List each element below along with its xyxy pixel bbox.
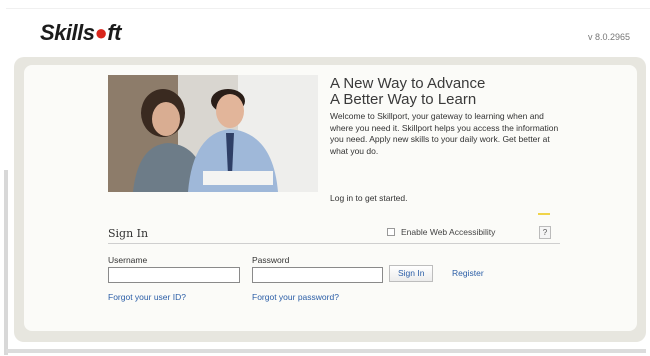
- top-divider: [6, 8, 650, 9]
- bottom-shadow: [6, 349, 646, 353]
- signin-divider: [108, 243, 560, 244]
- promo-headline: A New Way to Advance A Better Way to Lea…: [330, 75, 486, 108]
- version-label: v 8.0.2965: [587, 32, 630, 42]
- username-input[interactable]: [108, 267, 240, 283]
- help-icon[interactable]: ?: [539, 226, 551, 239]
- promo-cta: Log in to get started.: [330, 193, 408, 203]
- signin-button[interactable]: Sign In: [389, 265, 434, 282]
- left-shadow: [4, 170, 8, 355]
- skillsoft-logo: Skills●ft: [40, 20, 121, 45]
- accent-mark: [538, 213, 550, 215]
- accessibility-label: Enable Web Accessibility: [401, 227, 496, 237]
- forgot-username-link[interactable]: Forgot your user ID?: [108, 292, 186, 302]
- username-label: Username: [108, 255, 148, 265]
- accessibility-option[interactable]: Enable Web Accessibility: [387, 227, 495, 237]
- password-label: Password: [252, 255, 290, 265]
- signin-title: Sign In: [108, 227, 149, 240]
- accessibility-checkbox[interactable]: [387, 228, 395, 236]
- forgot-password-link[interactable]: Forgot your password?: [252, 292, 339, 302]
- promo-description: Welcome to Skillport, your gateway to le…: [330, 111, 559, 156]
- promo-photo: [108, 75, 318, 192]
- register-link[interactable]: Register: [452, 268, 484, 278]
- logo-dot-icon: ●: [94, 20, 108, 45]
- password-input[interactable]: [252, 267, 383, 283]
